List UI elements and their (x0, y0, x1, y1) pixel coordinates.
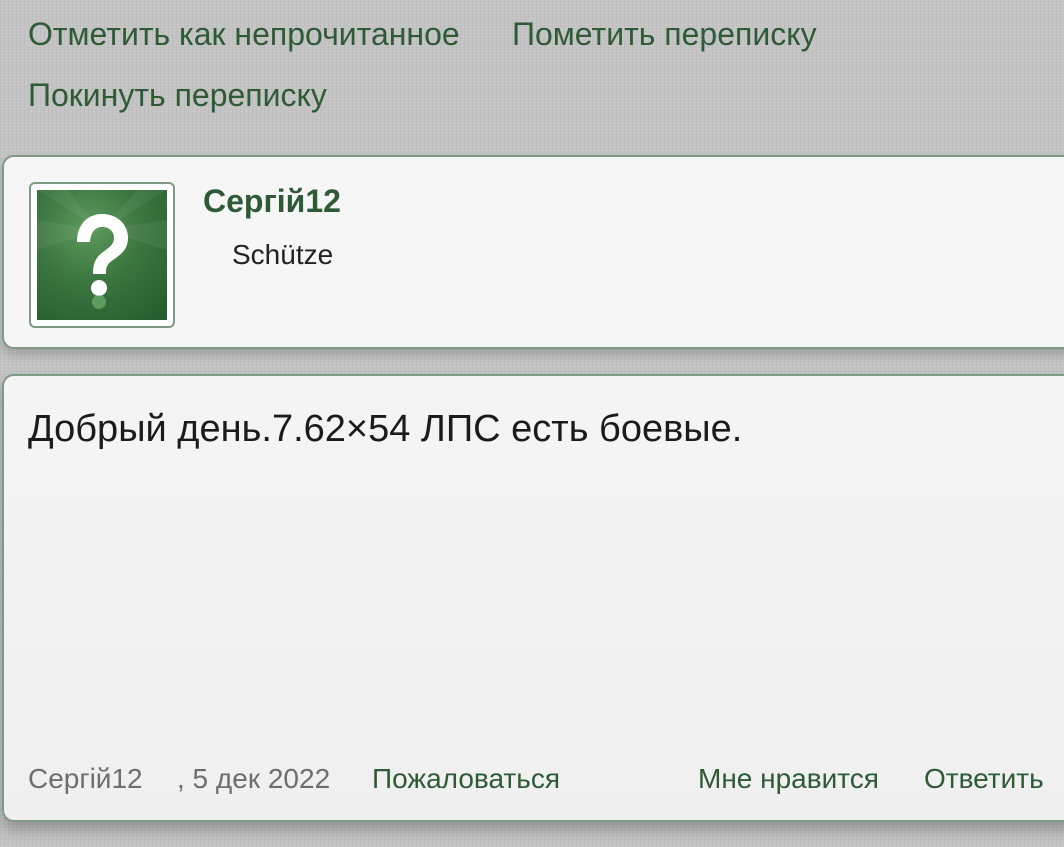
leave-conversation-link[interactable]: Покинуть переписку (28, 75, 327, 115)
message-card: Добрый день.7.62×54 ЛПС есть боевые. Сер… (2, 374, 1064, 822)
user-card: Сергій12 Schütze (2, 155, 1064, 349)
message-author-link[interactable]: Сергій12 (28, 759, 143, 799)
mark-unread-link[interactable]: Отметить как непрочитанное (28, 14, 460, 54)
avatar[interactable] (29, 182, 175, 328)
reply-link[interactable]: Ответить (924, 759, 1044, 799)
question-mark-icon (37, 190, 167, 320)
report-link[interactable]: Пожаловаться (372, 759, 560, 799)
message-body: Добрый день.7.62×54 ЛПС есть боевые. (28, 408, 743, 450)
user-title: Schütze (232, 239, 334, 270)
message-date: , 5 дек 2022 (177, 763, 331, 794)
like-link[interactable]: Мне нравится (698, 759, 879, 799)
message-footer: Сергій12 , 5 дек 2022 Пожаловаться Мне н… (4, 759, 1064, 799)
username-link[interactable]: Сергій12 (203, 183, 341, 220)
mark-conversation-link[interactable]: Пометить переписку (512, 14, 817, 54)
